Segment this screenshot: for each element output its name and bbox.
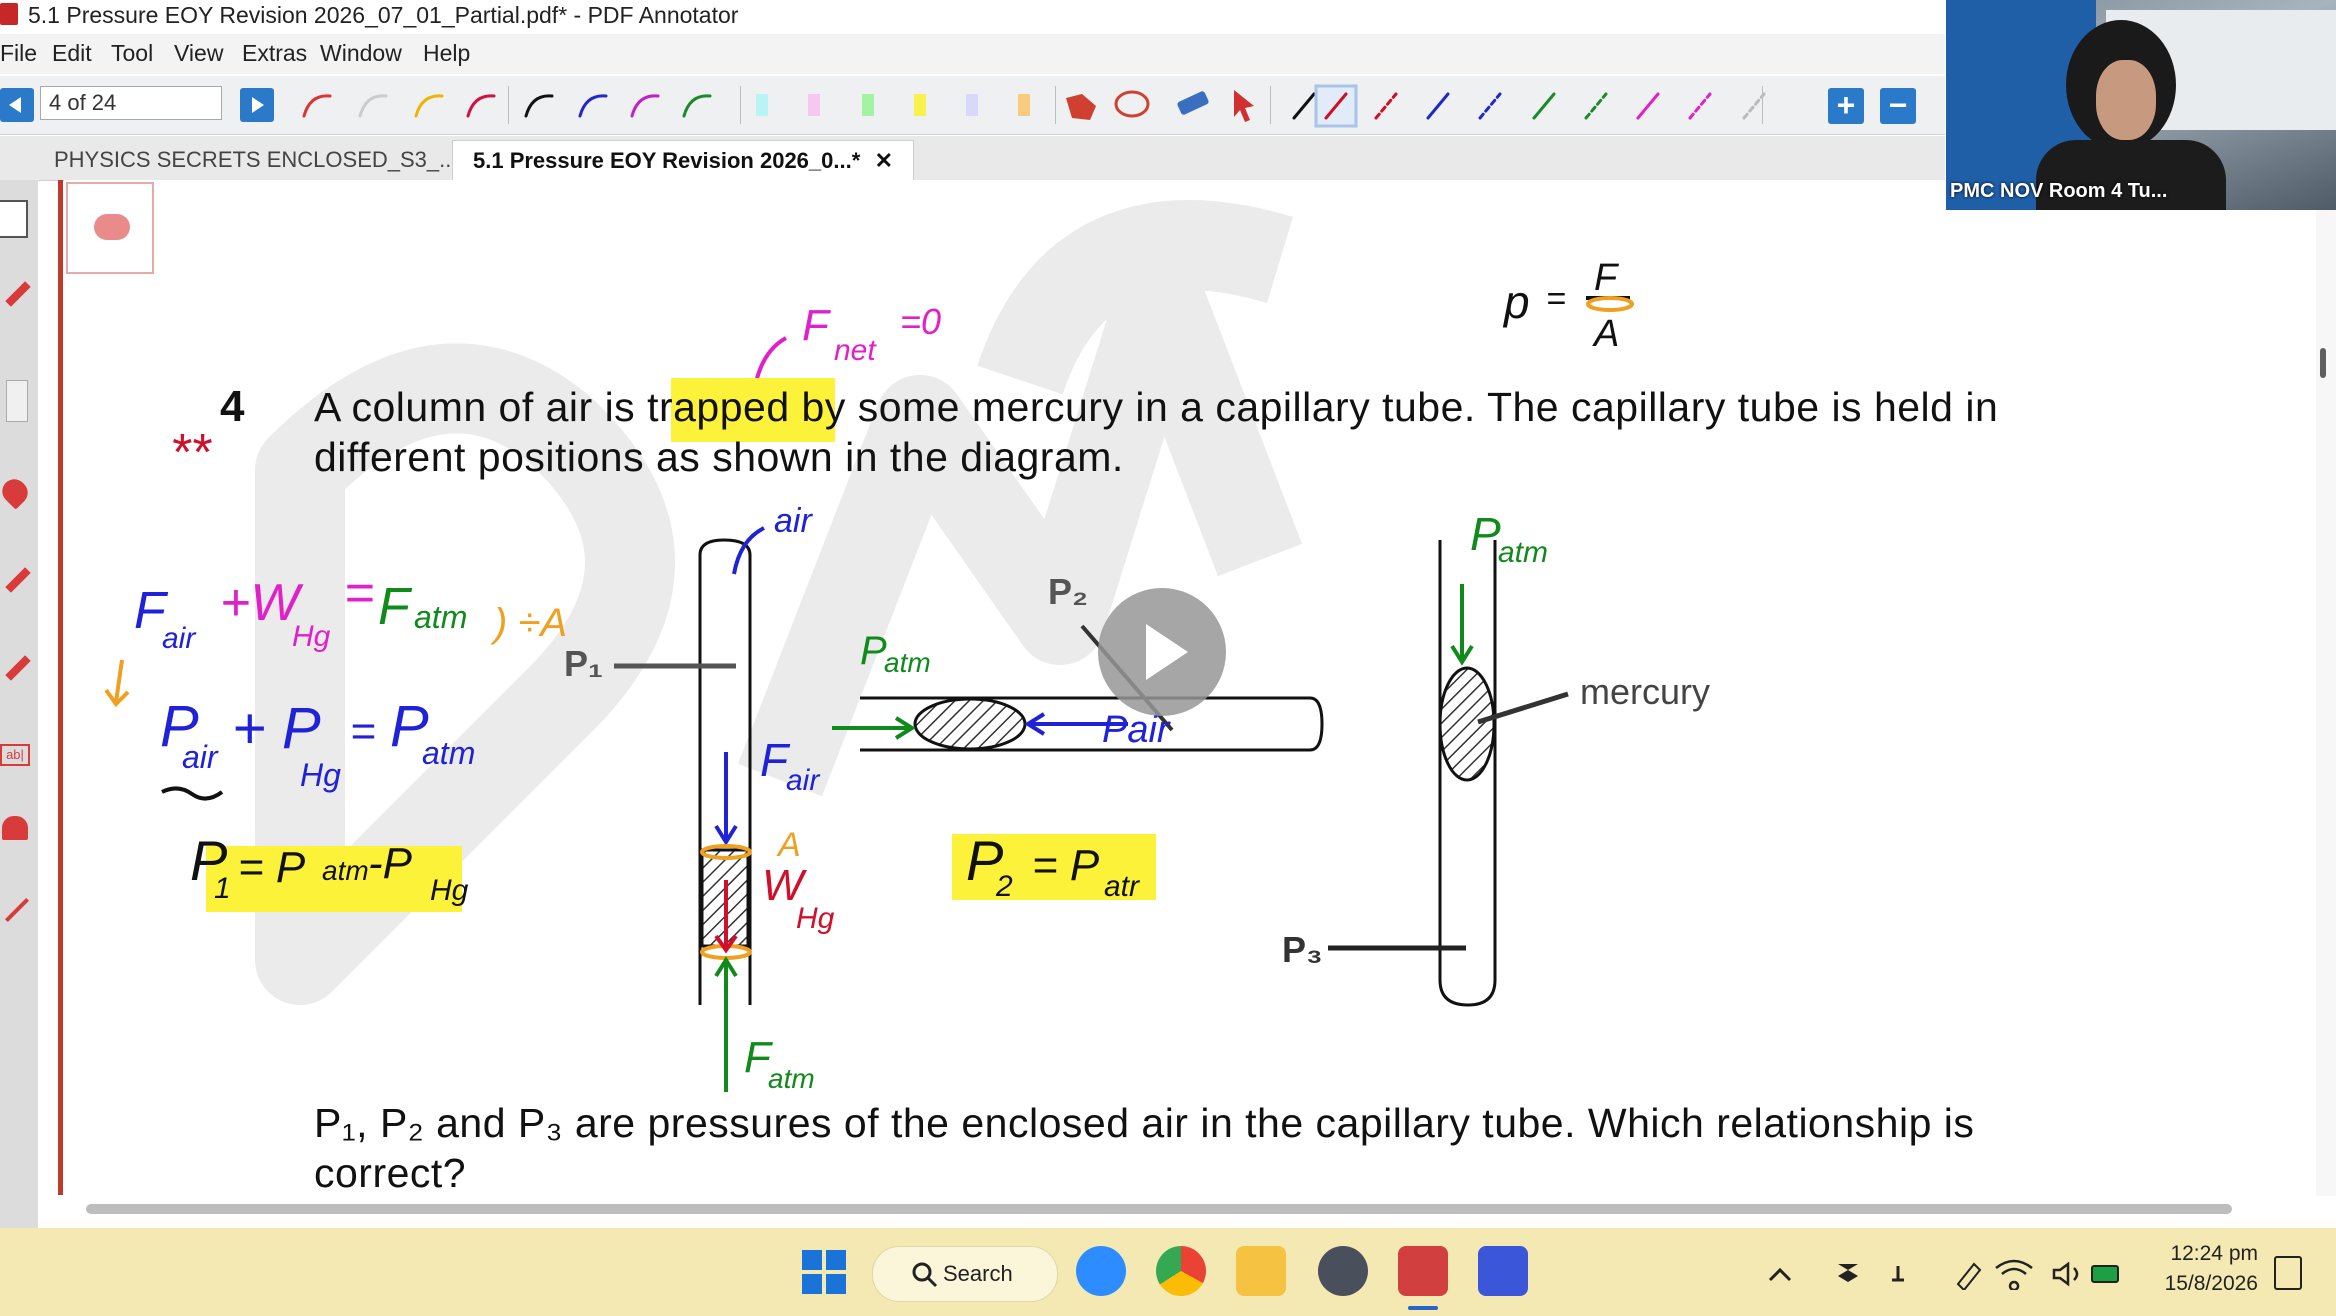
search-icon xyxy=(912,1262,938,1288)
fnet-f: F xyxy=(802,301,831,350)
tube2-patm: P xyxy=(860,629,887,673)
vertical-scrollbar[interactable] xyxy=(2316,180,2336,1196)
tube-a-label: A xyxy=(776,826,801,864)
eq2-equals: = xyxy=(350,707,376,756)
fnet-sub: net xyxy=(834,334,877,367)
eq2-p-sub: air xyxy=(182,739,219,775)
eq4-sub: 2 xyxy=(995,870,1013,903)
formula-a: A xyxy=(1592,313,1619,355)
wifi-icon[interactable] xyxy=(1995,1259,2033,1290)
file-explorer-icon[interactable] xyxy=(1236,1246,1286,1296)
chevron-up-icon[interactable] xyxy=(1768,1267,1792,1282)
windows-taskbar: Search 12:24 pm 15/8/2026 xyxy=(0,1228,2336,1316)
label-mercury: mercury xyxy=(1580,671,1710,712)
windows-start-icon[interactable] xyxy=(800,1248,848,1296)
formula-area-circle xyxy=(1586,296,1634,312)
question-bottom-line-2: correct? xyxy=(314,1150,467,1196)
notification-icon[interactable] xyxy=(2274,1256,2302,1290)
search-label: Search xyxy=(943,1261,1013,1286)
volume-icon[interactable] xyxy=(2052,1261,2079,1287)
horizontal-scrollbar[interactable] xyxy=(86,1204,2232,1214)
label-p1: P₁ xyxy=(564,643,603,684)
eq1-fatm: F xyxy=(378,578,413,636)
question-line-1-start: A column of air is xyxy=(314,384,648,430)
active-app-indicator xyxy=(1408,1306,1438,1310)
eq3-atm: atm xyxy=(322,855,369,886)
label-p3: P₃ xyxy=(1282,929,1323,970)
video-play-button[interactable] xyxy=(1098,588,1226,716)
question-line-1-end: by some mercury in a capillary tube. The… xyxy=(789,384,1999,430)
fnet-equals-zero: =0 xyxy=(900,301,941,342)
eq1-fatm-sub: atm xyxy=(414,599,467,635)
question-number: 4 xyxy=(220,382,245,431)
taskbar-search-box[interactable]: Search xyxy=(872,1246,1058,1302)
pdf-annotator-taskbar-icon[interactable] xyxy=(1398,1246,1448,1296)
tube3-patm-sub: atm xyxy=(1498,536,1548,569)
whiteboard-app-icon[interactable] xyxy=(1478,1246,1528,1296)
formula-p: p xyxy=(1502,276,1530,328)
clock-date[interactable]: 15/8/2026 xyxy=(2140,1272,2258,1296)
eq2-hg-sub: Hg xyxy=(300,757,341,793)
tube3-patm: P xyxy=(1470,508,1501,560)
stars-annotation: ** xyxy=(170,424,212,482)
pressure-formula-annotation: p = F A xyxy=(1502,257,1634,355)
air-label-annotation: air xyxy=(732,502,813,575)
label-p2: P₂ xyxy=(1048,571,1088,612)
question-bottom-line-1: P₁, P₂ and P₃ are pressures of the enclo… xyxy=(314,1100,1975,1146)
eq1-f-sub: air xyxy=(162,622,196,655)
microphone-icon[interactable] xyxy=(1892,1266,1904,1282)
eq3-sub: 1 xyxy=(214,872,231,905)
tube-whg-sub: Hg xyxy=(796,902,835,935)
capillary-tube-vertical-right xyxy=(1328,540,1569,1007)
eq2-patm-sub: atm xyxy=(422,735,475,771)
clock-time[interactable]: 12:24 pm xyxy=(2140,1242,2258,1266)
dropbox-icon[interactable] xyxy=(1838,1264,1858,1282)
formula-f: F xyxy=(1594,257,1619,299)
tube2-patm-sub: atm xyxy=(884,647,931,678)
eq3-minus-p: -P xyxy=(368,839,413,888)
eq2-plus-p: + P xyxy=(232,696,321,761)
eq3-equals-p: = P xyxy=(238,843,306,892)
battery-icon[interactable] xyxy=(2091,1265,2119,1283)
eq4-equals-p: = P xyxy=(1032,841,1100,890)
squiggle-underline xyxy=(161,786,224,801)
webcam-room-label: PMC NOV Room 4 Tu... xyxy=(1950,180,2168,202)
eq1-equals: = xyxy=(344,564,374,622)
vertical-scroll-thumb[interactable] xyxy=(2320,348,2326,378)
eq3-hg: Hg xyxy=(430,874,469,907)
question-highlighted-word: trapped xyxy=(647,384,790,430)
chrome-icon[interactable] xyxy=(1156,1246,1206,1296)
formula-equals: = xyxy=(1546,280,1566,318)
fnet-annotation: F net =0 xyxy=(754,301,941,383)
eq1-w-sub: Hg xyxy=(292,620,331,653)
question-line-2: different positions as shown in the diag… xyxy=(314,434,1124,480)
question-line-1: A column of air is trapped by some mercu… xyxy=(314,384,1998,431)
tube-fatm-sub: atm xyxy=(768,1063,815,1094)
divide-by-area: ) ÷A xyxy=(490,601,567,645)
tube-fair-sub: air xyxy=(786,764,820,797)
webcam-video-feed[interactable]: PMC NOV Room 4 Tu... xyxy=(1946,0,2336,210)
mercury-column-3 xyxy=(1438,666,1496,782)
webcam-person-face xyxy=(2096,60,2156,140)
eq4-atm: atr xyxy=(1104,870,1140,903)
air-label: air xyxy=(774,502,813,540)
zoom-app-icon[interactable] xyxy=(1076,1246,1126,1296)
fnet-pointer-stroke xyxy=(754,336,788,383)
pen-input-icon[interactable] xyxy=(1956,1262,1982,1290)
tube-3-annotations: P atm xyxy=(1450,508,1548,666)
system-tray xyxy=(1768,1259,2119,1290)
down-arrow-annotation xyxy=(104,659,130,708)
mercury-column-2 xyxy=(913,697,1027,751)
app-launcher-icon[interactable] xyxy=(1318,1246,1368,1296)
